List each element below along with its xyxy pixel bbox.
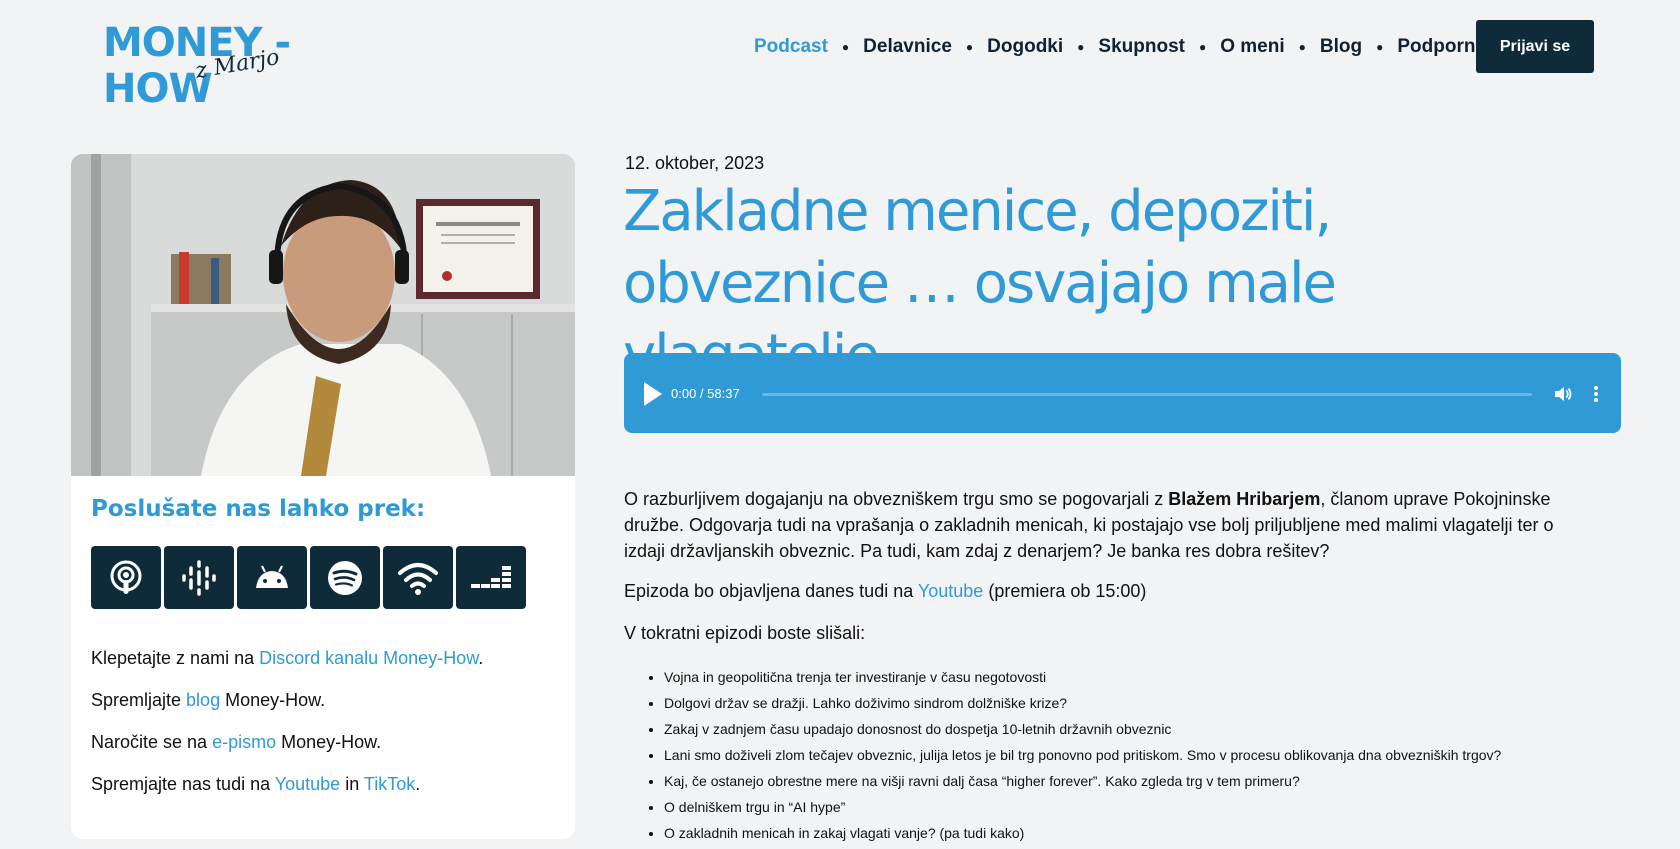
newsletter-line-text: Naročite se na (91, 732, 213, 752)
google-podcasts-button[interactable] (164, 546, 234, 609)
nav-separator-dot: ● (841, 40, 850, 54)
youtube-note-text: Epizoda bo objavljena danes tudi na (624, 581, 918, 601)
guest-photo-illustration (71, 154, 575, 476)
social-line-end: . (415, 774, 421, 794)
blog-line-end: Money-How. (220, 690, 326, 710)
nav-item-podcast[interactable]: Podcast (754, 36, 828, 58)
audio-player: 0:00 / 58:37 (624, 353, 1621, 433)
intro-text: O razburljivem dogajanju na obvezniškem … (624, 489, 1169, 509)
newsletter-link[interactable]: e-pismo (212, 732, 276, 752)
list-item: Dolgovi držav se dražji. Lahko doživimo … (664, 690, 1501, 716)
site-logo[interactable]: MONEY - HOW z Marjo (103, 18, 383, 112)
social-line-conjunction: in (340, 774, 364, 794)
nav-item-blog[interactable]: Blog (1320, 36, 1362, 58)
episode-guest-photo (71, 154, 575, 476)
spotify-button[interactable] (310, 546, 380, 609)
discord-line-text: Klepetajte z nami na (91, 648, 260, 668)
podcast-sidebar-card: Poslušate nas lahko prek: Klepetajte z n… (71, 154, 575, 839)
nav-separator-dot: ● (965, 40, 974, 54)
google-podcasts-icon (182, 559, 216, 596)
apple-podcasts-button[interactable] (91, 546, 161, 609)
episode-intro: O razburljivem dogajanju na obvezniškem … (624, 486, 1584, 564)
nav-item-skupnost[interactable]: Skupnost (1098, 36, 1185, 58)
guest-name: Blažem Hribarjem (1168, 489, 1321, 509)
playback-time: 0:00 / 58:37 (671, 386, 740, 401)
youtube-premiere-note: Epizoda bo objavljena danes tudi na Yout… (624, 581, 1146, 602)
social-line: Spremjajte nas tudi na Youtube in TikTok… (91, 774, 483, 816)
list-item: Vojna in geopolitična trenja ter investi… (664, 664, 1501, 690)
android-button[interactable] (237, 546, 307, 609)
play-icon[interactable] (642, 381, 664, 407)
list-item: O zakladnih menicah in zakaj vlagati van… (664, 820, 1501, 846)
volume-icon[interactable] (1553, 384, 1573, 404)
premiere-time: (premiera ob 15:00) (983, 581, 1147, 601)
list-item: Kaj, če ostanejo obrestne mere na višji … (664, 768, 1501, 794)
discord-line: Klepetajte z nami na Discord kanalu Mone… (91, 648, 483, 690)
deezer-icon (471, 565, 511, 588)
discord-line-end: . (478, 648, 484, 668)
social-line-text: Spremjajte nas tudi na (91, 774, 275, 794)
podcast-platforms (91, 546, 526, 609)
deezer-button[interactable] (456, 546, 526, 609)
list-item: Lani smo doživeli zlom tečajev obveznic,… (664, 742, 1501, 768)
login-button[interactable]: Prijavi se (1476, 20, 1594, 73)
nav-item-o-meni[interactable]: O meni (1220, 36, 1284, 58)
main-navigation: Podcast ● Delavnice ● Dogodki ● Skupnost… (754, 34, 1497, 60)
playback-progress-bar[interactable] (762, 393, 1532, 396)
newsletter-line-end: Money-How. (276, 732, 382, 752)
android-icon (256, 565, 288, 588)
rss-icon (398, 562, 438, 595)
episode-date: 12. oktober, 2023 (625, 153, 765, 173)
youtube-link[interactable]: Youtube (275, 774, 340, 794)
list-item: O delniškem trgu in “AI hype” (664, 794, 1501, 820)
nav-separator-dot: ● (1077, 40, 1085, 54)
topics-intro: V tokratni epizodi boste slišali: (624, 623, 866, 643)
newsletter-line: Naročite se na e-pismo Money-How. (91, 732, 483, 774)
episode-youtube-link[interactable]: Youtube (918, 581, 983, 601)
list-item: Zakaj v zadnjem času upadajo donosnost d… (664, 716, 1501, 742)
discord-link[interactable]: Discord kanalu Money-How (259, 648, 478, 668)
rss-button[interactable] (383, 546, 453, 609)
spotify-icon (328, 560, 362, 595)
nav-separator-dot: ● (1376, 40, 1384, 54)
blog-line-text: Spremljajte (91, 690, 187, 710)
tiktok-link[interactable]: TikTok (364, 774, 415, 794)
episode-topics-list: Vojna in geopolitična trenja ter investi… (624, 664, 1501, 846)
nav-item-dogodki[interactable]: Dogodki (987, 36, 1063, 58)
blog-line: Spremljajte blog Money-How. (91, 690, 483, 732)
nav-separator-dot: ● (1198, 40, 1207, 54)
listen-on-title: Poslušate nas lahko prek: (91, 496, 426, 522)
apple-podcasts-icon (110, 560, 142, 594)
nav-separator-dot: ● (1298, 40, 1306, 54)
nav-item-delavnice[interactable]: Delavnice (863, 36, 952, 58)
community-links: Klepetajte z nami na Discord kanalu Mone… (91, 648, 483, 816)
more-options-icon[interactable] (1593, 384, 1599, 404)
blog-link[interactable]: blog (186, 690, 220, 710)
